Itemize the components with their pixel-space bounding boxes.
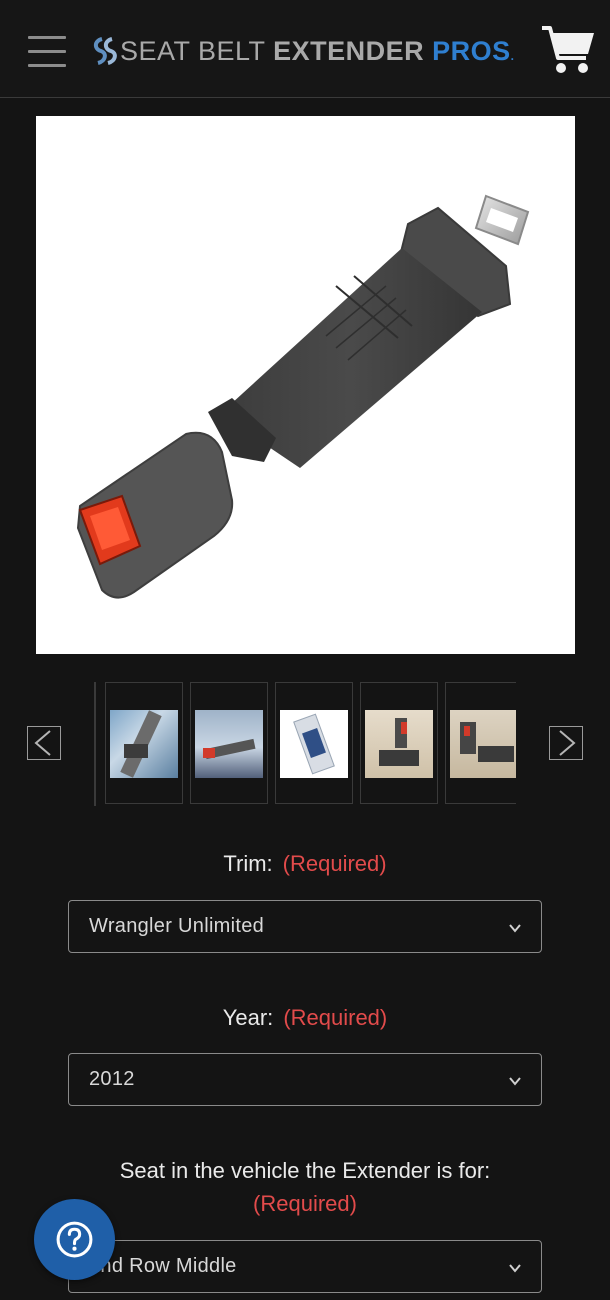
help-button[interactable] [34,1199,115,1280]
site-logo[interactable]: SEAT BELT EXTENDER PROS. [92,34,514,68]
year-select-value: 2012 [89,1068,135,1090]
year-label: Year: [222,1005,274,1030]
seat-label: Seat in the vehicle the Extender is for: [119,1158,491,1183]
seat-select-value: 2nd Row Middle [89,1255,237,1277]
chevron-left-icon [34,730,51,756]
carousel-prev-button[interactable] [27,726,61,760]
product-image[interactable] [36,116,575,654]
site-header: SEAT BELT EXTENDER PROS. [0,0,610,98]
chevron-right-icon [559,730,576,756]
trim-required: (Required) [282,851,387,876]
logo-text: SEAT BELT EXTENDER PROS. [120,35,515,66]
chevron-down-icon [509,924,521,933]
year-select[interactable]: 2012 [68,1053,542,1106]
thumbnail-1[interactable] [105,682,183,804]
seat-select[interactable]: 2nd Row Middle [68,1240,542,1293]
trim-label: Trim: [223,851,273,876]
seat-belt-extender-illustration [76,194,530,599]
question-mark-icon [56,1221,93,1258]
thumbnail-strip[interactable] [94,682,516,806]
hamburger-menu-icon[interactable] [28,36,66,68]
thumbnail-4[interactable] [360,682,438,804]
seat-required: (Required) [253,1191,357,1216]
logo-mark-icon [93,37,117,65]
trim-label-row: Trim: (Required) [0,851,610,877]
thumbnail-5[interactable] [445,682,516,804]
trim-select[interactable]: Wrangler Unlimited [68,900,542,953]
year-required: (Required) [283,1005,388,1030]
chevron-down-icon [509,1077,521,1086]
thumbnail-3[interactable] [275,682,353,804]
carousel-next-button[interactable] [549,726,583,760]
shopping-cart-icon[interactable] [540,24,596,76]
year-label-row: Year: (Required) [0,1005,610,1031]
chevron-down-icon [509,1264,521,1273]
thumbnail-2[interactable] [190,682,268,804]
trim-select-value: Wrangler Unlimited [89,915,265,937]
